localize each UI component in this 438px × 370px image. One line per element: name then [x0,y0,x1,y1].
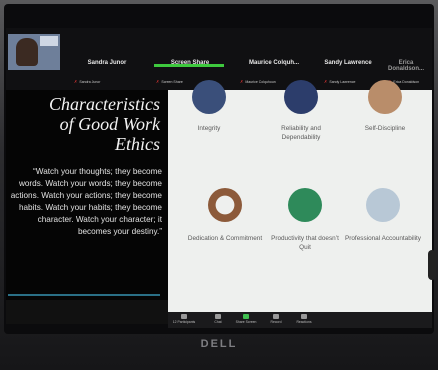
participant-name: Erica Donaldson... [388,60,424,72]
trait-label: Professional Accountability [344,235,422,242]
video-thumbnail [8,34,60,70]
trait-productivity: Productivity that doesn’t Quit [266,188,344,288]
hands-icon [192,80,226,114]
slide-title-line: Characteristics [49,94,160,114]
poster-overlay [40,36,58,46]
slide-quote: “Watch your thoughts; they become words.… [10,167,162,237]
people-icon [181,314,187,319]
slide-divider [8,294,160,296]
reactions-button[interactable]: Reactions [290,314,318,324]
chat-icon [215,314,221,319]
participant-tile[interactable]: Sandy Lawrence Sandy Lawrence [316,28,380,88]
scroll-handle[interactable] [428,250,436,280]
trait-integrity: Integrity [170,80,248,180]
participant-name: Sandra Junor [87,60,127,66]
participant-count: 12 [172,320,177,324]
slide-traits-grid: Integrity Reliability and Dependability … [168,80,436,312]
toolbar-label: Share Screen [235,320,257,324]
slide-title-line: of Good Work [59,114,160,134]
trait-accountability: Professional Accountability [344,188,422,288]
trait-label: Productivity that doesn’t Quit [271,235,339,251]
toolbar-label: Reactions [296,320,312,324]
trait-dedication: Dedication & Commitment [186,188,264,288]
handshake-icon [366,188,400,222]
participant-tile[interactable]: Erica Donaldson... Erica Donaldson [380,28,432,88]
participants-button[interactable]: 12 Participants [170,314,198,324]
participant-tile-self[interactable] [6,28,66,88]
slide-title-line: Ethics [115,134,160,154]
toolbar-label: Record [270,320,282,324]
participant-name: Maurice Colquh... [248,60,299,66]
active-speaker-indicator [154,64,224,67]
participant-name: Sandy Lawrence [324,60,372,66]
trait-label: Integrity [197,125,221,132]
slide-title: Characteristics of Good Work Ethics [8,94,160,154]
trait-label: Reliability and Dependability [281,125,321,141]
share-screen-button[interactable]: Share Screen [232,314,260,324]
toolbar-label: Participants [177,320,196,324]
trait-reliability: Reliability and Dependability [262,80,340,180]
team-icon [284,80,318,114]
toolbar-label: Chat [214,320,222,324]
trait-label: Self-Discipline [364,125,406,132]
trait-label: Dedication & Commitment [187,235,263,242]
share-screen-icon [243,314,249,319]
participant-tile[interactable]: Maurice Colquh... Maurice Colquhoun [232,28,316,88]
trait-self-discipline: Self-Discipline [346,80,424,180]
chat-button[interactable]: Chat [204,314,232,324]
meeting-toolbar: 12 Participants Chat Share Screen Record… [168,312,432,328]
record-icon [273,314,279,319]
productivity-icon [288,188,322,222]
record-button[interactable]: Record [262,314,290,324]
dell-logo: DELL [200,338,238,350]
person-avatar [16,38,38,66]
participant-subname: Sandra Junor [74,79,100,84]
figure-icon [368,80,402,114]
participant-tile[interactable]: Sandra Junor Sandra Junor [66,28,148,88]
reactions-icon [301,314,307,319]
participant-tile[interactable]: Screen Share Screen Share [148,28,232,88]
hands-circle-icon [208,188,242,222]
